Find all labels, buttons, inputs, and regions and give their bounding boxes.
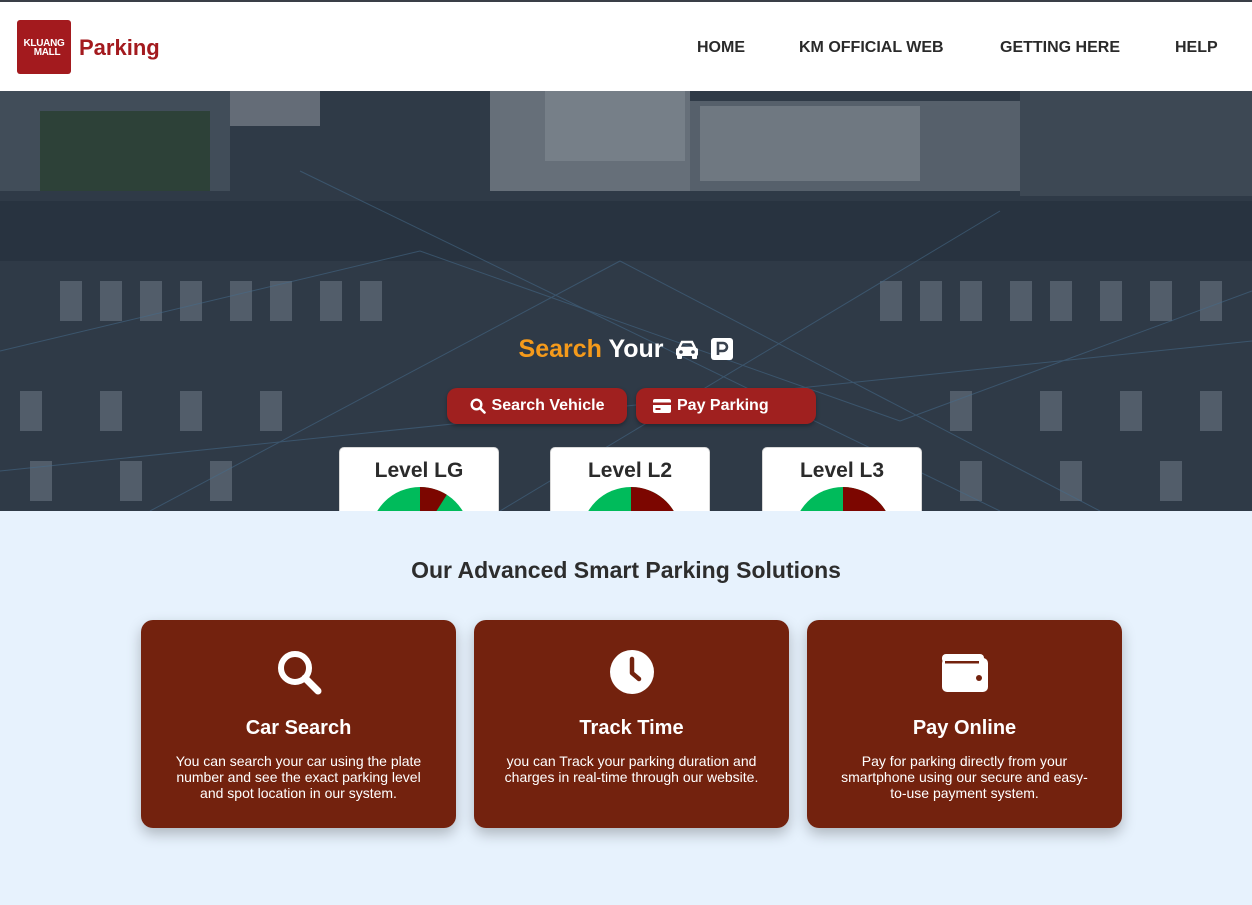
brand-logo[interactable]: KLUANG MALL — [17, 20, 71, 74]
occupancy-donut-chart — [377, 487, 463, 511]
feature-card-track-time: Track Time you can Track your parking du… — [474, 620, 789, 828]
feature-description: Pay for parking directly from your smart… — [841, 753, 1088, 801]
feature-title: Car Search — [245, 717, 352, 739]
feature-card-pay-online: Pay Online Pay for parking directly from… — [807, 620, 1122, 828]
hero-title-accent: Search — [518, 335, 602, 363]
level-card-l3[interactable]: Level L3 — [762, 447, 922, 511]
pay-parking-button[interactable]: Pay Parking — [636, 388, 816, 424]
logo-text-line2: MALL — [33, 46, 61, 58]
nav-home[interactable]: HOME — [697, 39, 745, 57]
feature-title: Pay Online — [912, 717, 1017, 739]
level-label: Level L2 — [587, 459, 673, 482]
hero-title-rest: Your — [608, 335, 664, 363]
wallet-icon — [941, 654, 988, 692]
site-header: KLUANG MALL Parking HOME KM OFFICIAL WEB… — [0, 2, 1252, 91]
nav-km-official-web[interactable]: KM OFFICIAL WEB — [799, 39, 944, 57]
car-icon — [674, 338, 700, 367]
hero-title: Search Your — [0, 335, 1252, 367]
search-vehicle-button[interactable]: Search Vehicle — [447, 388, 627, 424]
parking-icon — [711, 338, 734, 367]
pay-parking-label: Pay Parking — [677, 397, 769, 414]
solutions-title: Our Advanced Smart Parking Solutions — [411, 557, 841, 583]
search-icon — [277, 651, 321, 695]
feature-description: You can search your car using the plate … — [175, 753, 422, 801]
level-card-lg[interactable]: Level LG — [339, 447, 499, 511]
feature-description: you can Track your parking duration and … — [504, 753, 759, 785]
nav-getting-here[interactable]: GETTING HERE — [1000, 39, 1120, 57]
level-label: Level LG — [374, 459, 464, 482]
nav-help[interactable]: HELP — [1175, 39, 1218, 57]
credit-card-icon — [653, 399, 671, 413]
hero-section: Search Your Search Vehicle Pay Parking L… — [0, 91, 1252, 511]
level-card-l2[interactable]: Level L2 — [550, 447, 710, 511]
occupancy-donut-chart — [588, 487, 674, 511]
occupancy-donut-chart — [800, 487, 886, 511]
feature-title: Track Time — [579, 717, 684, 739]
feature-card-car-search: Car Search You can search your car using… — [141, 620, 456, 828]
level-label: Level L3 — [799, 459, 885, 482]
clock-icon — [609, 650, 654, 694]
search-icon — [470, 398, 486, 414]
search-vehicle-label: Search Vehicle — [491, 397, 605, 414]
brand-name[interactable]: Parking — [79, 35, 160, 61]
